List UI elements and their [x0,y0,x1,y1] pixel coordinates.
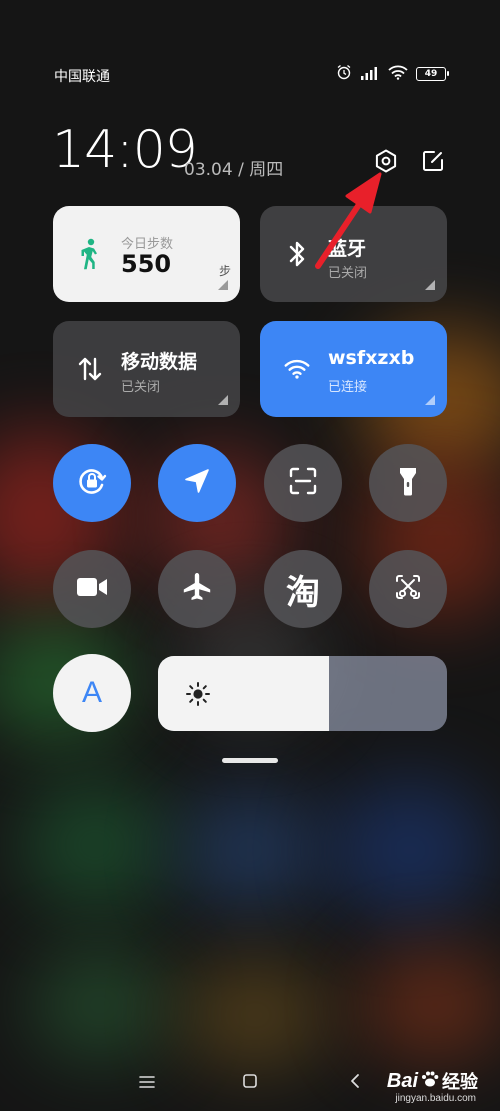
flashlight-toggle[interactable] [369,444,447,522]
wifi-status: 已连接 [328,380,368,395]
watermark-url: jingyan.baidu.com [395,1093,476,1104]
menu-icon [139,1074,155,1093]
back-chevron-icon [349,1073,361,1093]
expand-corner [425,395,435,405]
home-square-icon [242,1073,258,1093]
mobile-data-title: 移动数据 [121,351,198,373]
baidu-watermark: Bai 经验 [387,1068,478,1094]
baidu-paw-icon [420,1069,440,1094]
wifi-network-name: wsfxzxb [328,347,415,369]
video-camera-icon [76,576,108,602]
home-button[interactable] [235,1068,265,1098]
brightness-sun-icon [184,680,212,712]
location-arrow-icon [182,466,212,500]
panel-drag-handle[interactable] [222,758,278,763]
back-button[interactable] [340,1068,370,1098]
mobile-data-tile[interactable]: 移动数据 已关闭 [53,321,240,417]
screenshot-toggle[interactable] [369,550,447,628]
airplane-icon [181,571,213,607]
annotation-arrow [315,172,382,269]
wifi-tile[interactable]: wsfxzxb 已连接 [260,321,447,417]
flashlight-icon [397,465,419,501]
mobile-data-status: 已关闭 [121,380,161,395]
auto-rotate-toggle[interactable] [53,444,131,522]
airplane-mode-toggle[interactable] [158,550,236,628]
brightness-slider[interactable] [158,656,447,731]
wifi-icon [284,354,310,384]
screenshot-scissors-icon [393,572,423,606]
font-size-toggle[interactable]: A [53,654,131,732]
rotation-lock-icon [75,464,109,502]
location-toggle[interactable] [158,444,236,522]
menu-button[interactable] [132,1068,162,1098]
scan-icon [288,466,318,500]
data-arrows-icon [77,354,103,384]
taobao-glyph: 淘 [286,572,320,613]
scan-toggle[interactable] [264,444,342,522]
watermark-cn: 经验 [442,1072,478,1092]
watermark-brand: Bai [386,1069,418,1092]
font-glyph: A [81,676,102,709]
taobao-shortcut[interactable]: 淘 [264,550,342,628]
screen-record-toggle[interactable] [53,550,131,628]
expand-corner [218,395,228,405]
